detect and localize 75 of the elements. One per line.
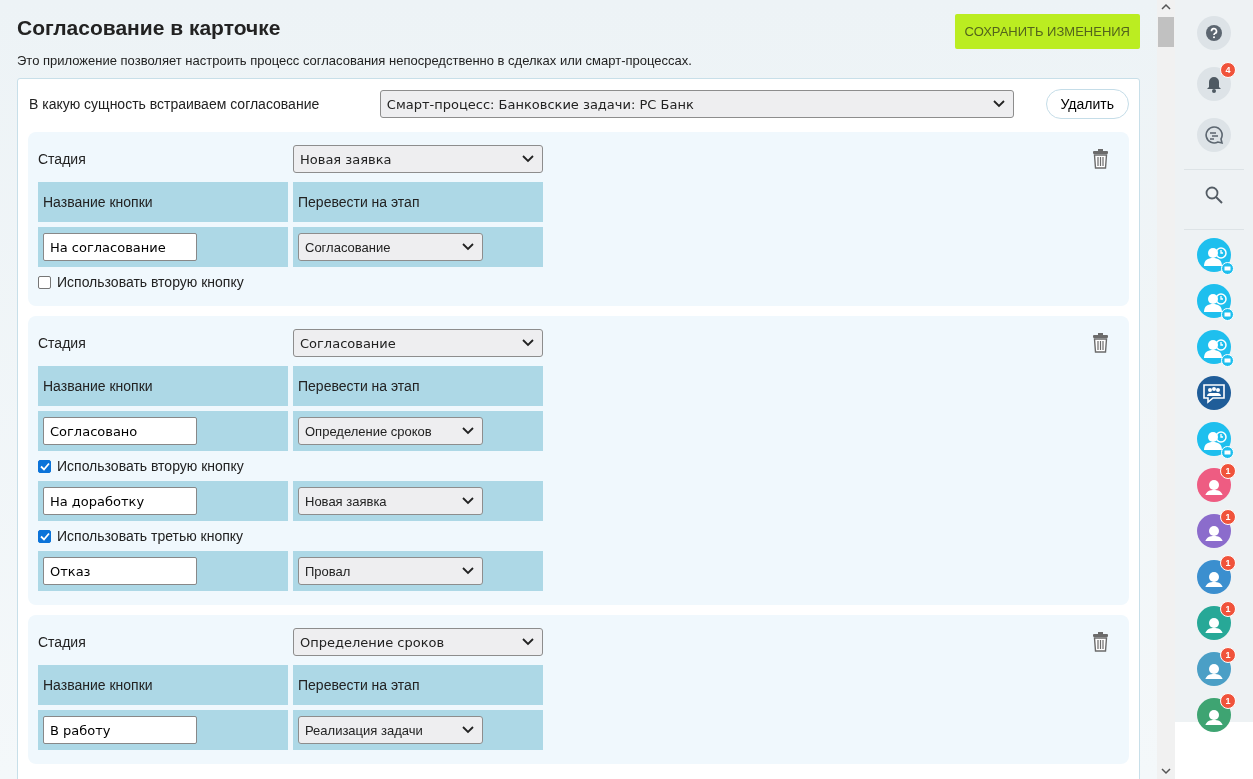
button-name-field[interactable]: На доработку (43, 487, 197, 515)
caret-icon (522, 339, 534, 347)
notification-badge: 1 (1220, 647, 1236, 663)
stage-select[interactable]: Новая заявка (293, 145, 543, 173)
column-header: Название кнопки (38, 665, 288, 705)
column-header: Перевести на этап (293, 182, 543, 222)
avatar[interactable] (1197, 698, 1231, 732)
column-header: Перевести на этап (293, 665, 543, 705)
checkbox-label: Использовать вторую кнопку (57, 274, 244, 290)
stage-select[interactable]: Согласование (298, 233, 483, 261)
avatar[interactable] (1197, 468, 1231, 502)
bell-icon (1206, 75, 1222, 93)
scrollbar[interactable] (1157, 0, 1175, 779)
stage-label: Стадия (38, 151, 87, 167)
column-header: Название кнопки (38, 366, 288, 406)
bell-button[interactable] (1197, 67, 1231, 101)
stage-select[interactable]: Согласование (293, 329, 543, 357)
notification-badge: 1 (1220, 463, 1236, 479)
notification-badge: 1 (1220, 555, 1236, 571)
entity-select[interactable]: Смарт-процесс: Банковские задачи: РС Банк (379, 90, 1014, 118)
envelope-icon (1221, 354, 1234, 367)
stage-select[interactable]: Реализация задачи (298, 716, 483, 744)
envelope-icon (1221, 446, 1234, 459)
caret-icon (462, 497, 474, 505)
stage-select[interactable]: Определение сроков (293, 628, 543, 656)
caret-icon (522, 638, 534, 646)
button-name-field[interactable]: На согласование (43, 233, 197, 261)
envelope-icon (1221, 308, 1234, 321)
checkbox-label: Использовать третью кнопку (57, 528, 244, 544)
checkbox[interactable] (38, 529, 51, 543)
envelope-icon (1221, 262, 1234, 275)
avatar[interactable] (1197, 560, 1231, 594)
page-title: Согласование в карточке (17, 16, 281, 40)
stage-select[interactable]: Новая заявка (298, 487, 483, 515)
trash-icon[interactable] (1092, 632, 1109, 652)
avatar[interactable] (1197, 606, 1231, 640)
page-description: Это приложение позволяет настроить процесс согласования непосредственно в сделках или смарт-процессах. (17, 53, 693, 68)
scrollbar-thumb[interactable] (1158, 17, 1174, 47)
help-icon (1206, 25, 1222, 41)
checkbox-label: Использовать вторую кнопку (57, 458, 244, 474)
avatar[interactable] (1197, 514, 1231, 548)
caret-icon (462, 427, 474, 435)
trash-icon[interactable] (1092, 149, 1109, 169)
entity-label: В какую сущность встраиваем согласование (28, 96, 321, 112)
notification-badge: 4 (1220, 62, 1236, 78)
save-button[interactable]: СОХРАНИТЬ ИЗМЕНЕНИЯ (954, 14, 1140, 49)
delete-button[interactable]: Удалить (1045, 89, 1129, 119)
stage-select[interactable]: Провал (298, 557, 483, 585)
chat-button[interactable] (1197, 118, 1231, 152)
stage-label: Стадия (38, 335, 87, 351)
notification-badge: 1 (1220, 509, 1236, 525)
stage-label: Стадия (38, 634, 87, 650)
caret-icon (462, 726, 474, 734)
notification-badge: 1 (1220, 601, 1236, 617)
search-icon (1205, 186, 1223, 204)
avatar[interactable] (1197, 652, 1231, 686)
notification-badge: 1 (1220, 693, 1236, 709)
button-name-field[interactable]: В работу (43, 716, 197, 744)
button-name-field[interactable]: Отказ (43, 557, 197, 585)
caret-icon (462, 243, 474, 251)
stage-select[interactable]: Определение сроков (298, 417, 483, 445)
caret-icon (992, 100, 1005, 108)
scroll-up-icon[interactable] (1161, 3, 1171, 11)
column-header: Перевести на этап (293, 366, 543, 406)
chat-icon (1204, 125, 1224, 145)
avatar[interactable] (1197, 376, 1231, 410)
button-name-field[interactable]: Согласовано (43, 417, 197, 445)
column-header: Название кнопки (38, 182, 288, 222)
caret-icon (522, 155, 534, 163)
checkbox[interactable] (38, 275, 51, 289)
checkbox[interactable] (38, 459, 51, 473)
trash-icon[interactable] (1092, 333, 1109, 353)
scroll-down-icon[interactable] (1161, 767, 1171, 775)
help-button[interactable] (1197, 16, 1231, 50)
caret-icon (462, 567, 474, 575)
